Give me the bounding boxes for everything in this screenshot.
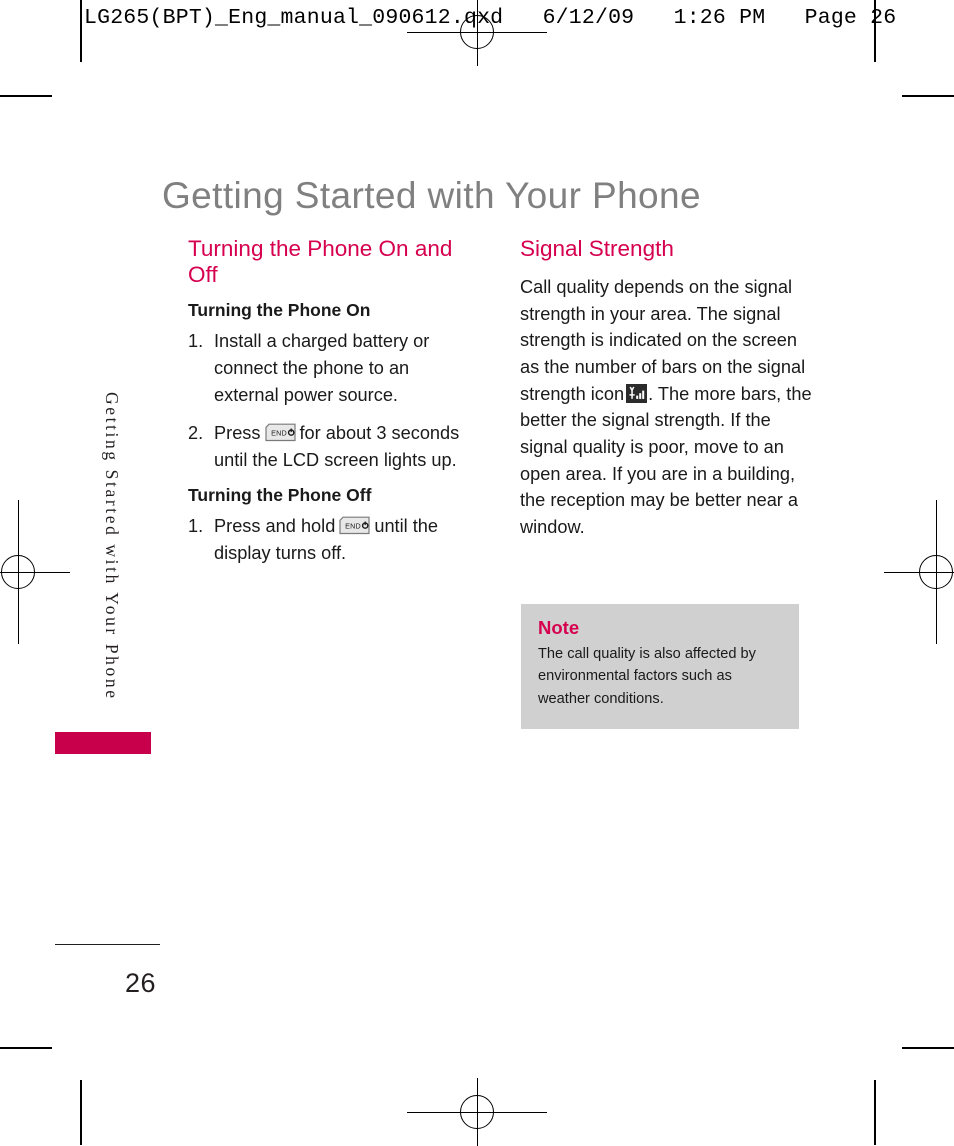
note-text: The call quality is also affected by env…: [538, 646, 756, 707]
section-heading-signal-strength: Signal Strength: [520, 236, 674, 261]
page-title: Getting Started with Your Phone: [162, 174, 701, 216]
sub-heading-turning-phone-off: Turning the Phone Off: [188, 485, 372, 506]
crop-mark-bottom-right-vertical: [874, 1080, 876, 1145]
end-key-icon: END: [338, 516, 371, 535]
step-text-before-key: Press: [214, 423, 261, 444]
list-item: 1. Install a charged battery or connect t…: [188, 328, 474, 408]
sub-heading-turning-phone-on: Turning the Phone On: [188, 300, 371, 321]
body-text-part-2: . The more bars, the better the signal s…: [520, 383, 812, 537]
crop-mark-bottom-left-horizontal: [0, 1047, 52, 1049]
list-item: 2. Press END for about 3 seconds until th…: [188, 420, 474, 473]
crop-mark-bottom-right-horizontal: [902, 1047, 954, 1049]
step-text: Install a charged battery or connect the…: [214, 331, 430, 405]
svg-text:END: END: [271, 429, 287, 438]
right-column: Signal Strength Call quality depends on …: [520, 236, 812, 541]
step-number: 1.: [188, 516, 204, 537]
section-heading-turning-phone-on-off: Turning the Phone On and Off: [188, 236, 453, 288]
list-item: 1. Press and hold END until the display t…: [188, 513, 474, 566]
note-box: Note The call quality is also affected b…: [521, 604, 799, 729]
step-number: 1.: [188, 331, 204, 352]
end-key-icon: END: [264, 423, 297, 442]
page-number: 26: [125, 968, 157, 998]
signal-strength-body: Call quality depends on the signal stren…: [520, 274, 812, 541]
step-text-before-key: Press and hold: [214, 516, 336, 537]
steps-turning-phone-on: 1. Install a charged battery or connect t…: [188, 328, 474, 473]
signal-strength-icon: [626, 383, 648, 403]
print-header-line: LG265(BPT)_Eng_manual_090612.qxd 6/12/09…: [84, 6, 897, 30]
left-column: Turning the Phone On and Off Turning the…: [188, 236, 474, 567]
crop-mark-bottom-left-vertical: [80, 1080, 82, 1145]
crop-mark-top-left-horizontal: [0, 95, 52, 97]
steps-turning-phone-off: 1. Press and hold END until the display t…: [188, 513, 474, 566]
note-title: Note: [538, 617, 580, 638]
svg-text:END: END: [345, 522, 361, 531]
side-tab-label: Getting Started with Your Phone: [102, 392, 122, 701]
side-tab-color-bar: [55, 732, 151, 754]
crop-mark-top-right-horizontal: [902, 95, 954, 97]
crop-mark-top-left-vertical: [80, 0, 82, 62]
footer-rule: [55, 944, 160, 946]
step-number: 2.: [188, 423, 204, 444]
